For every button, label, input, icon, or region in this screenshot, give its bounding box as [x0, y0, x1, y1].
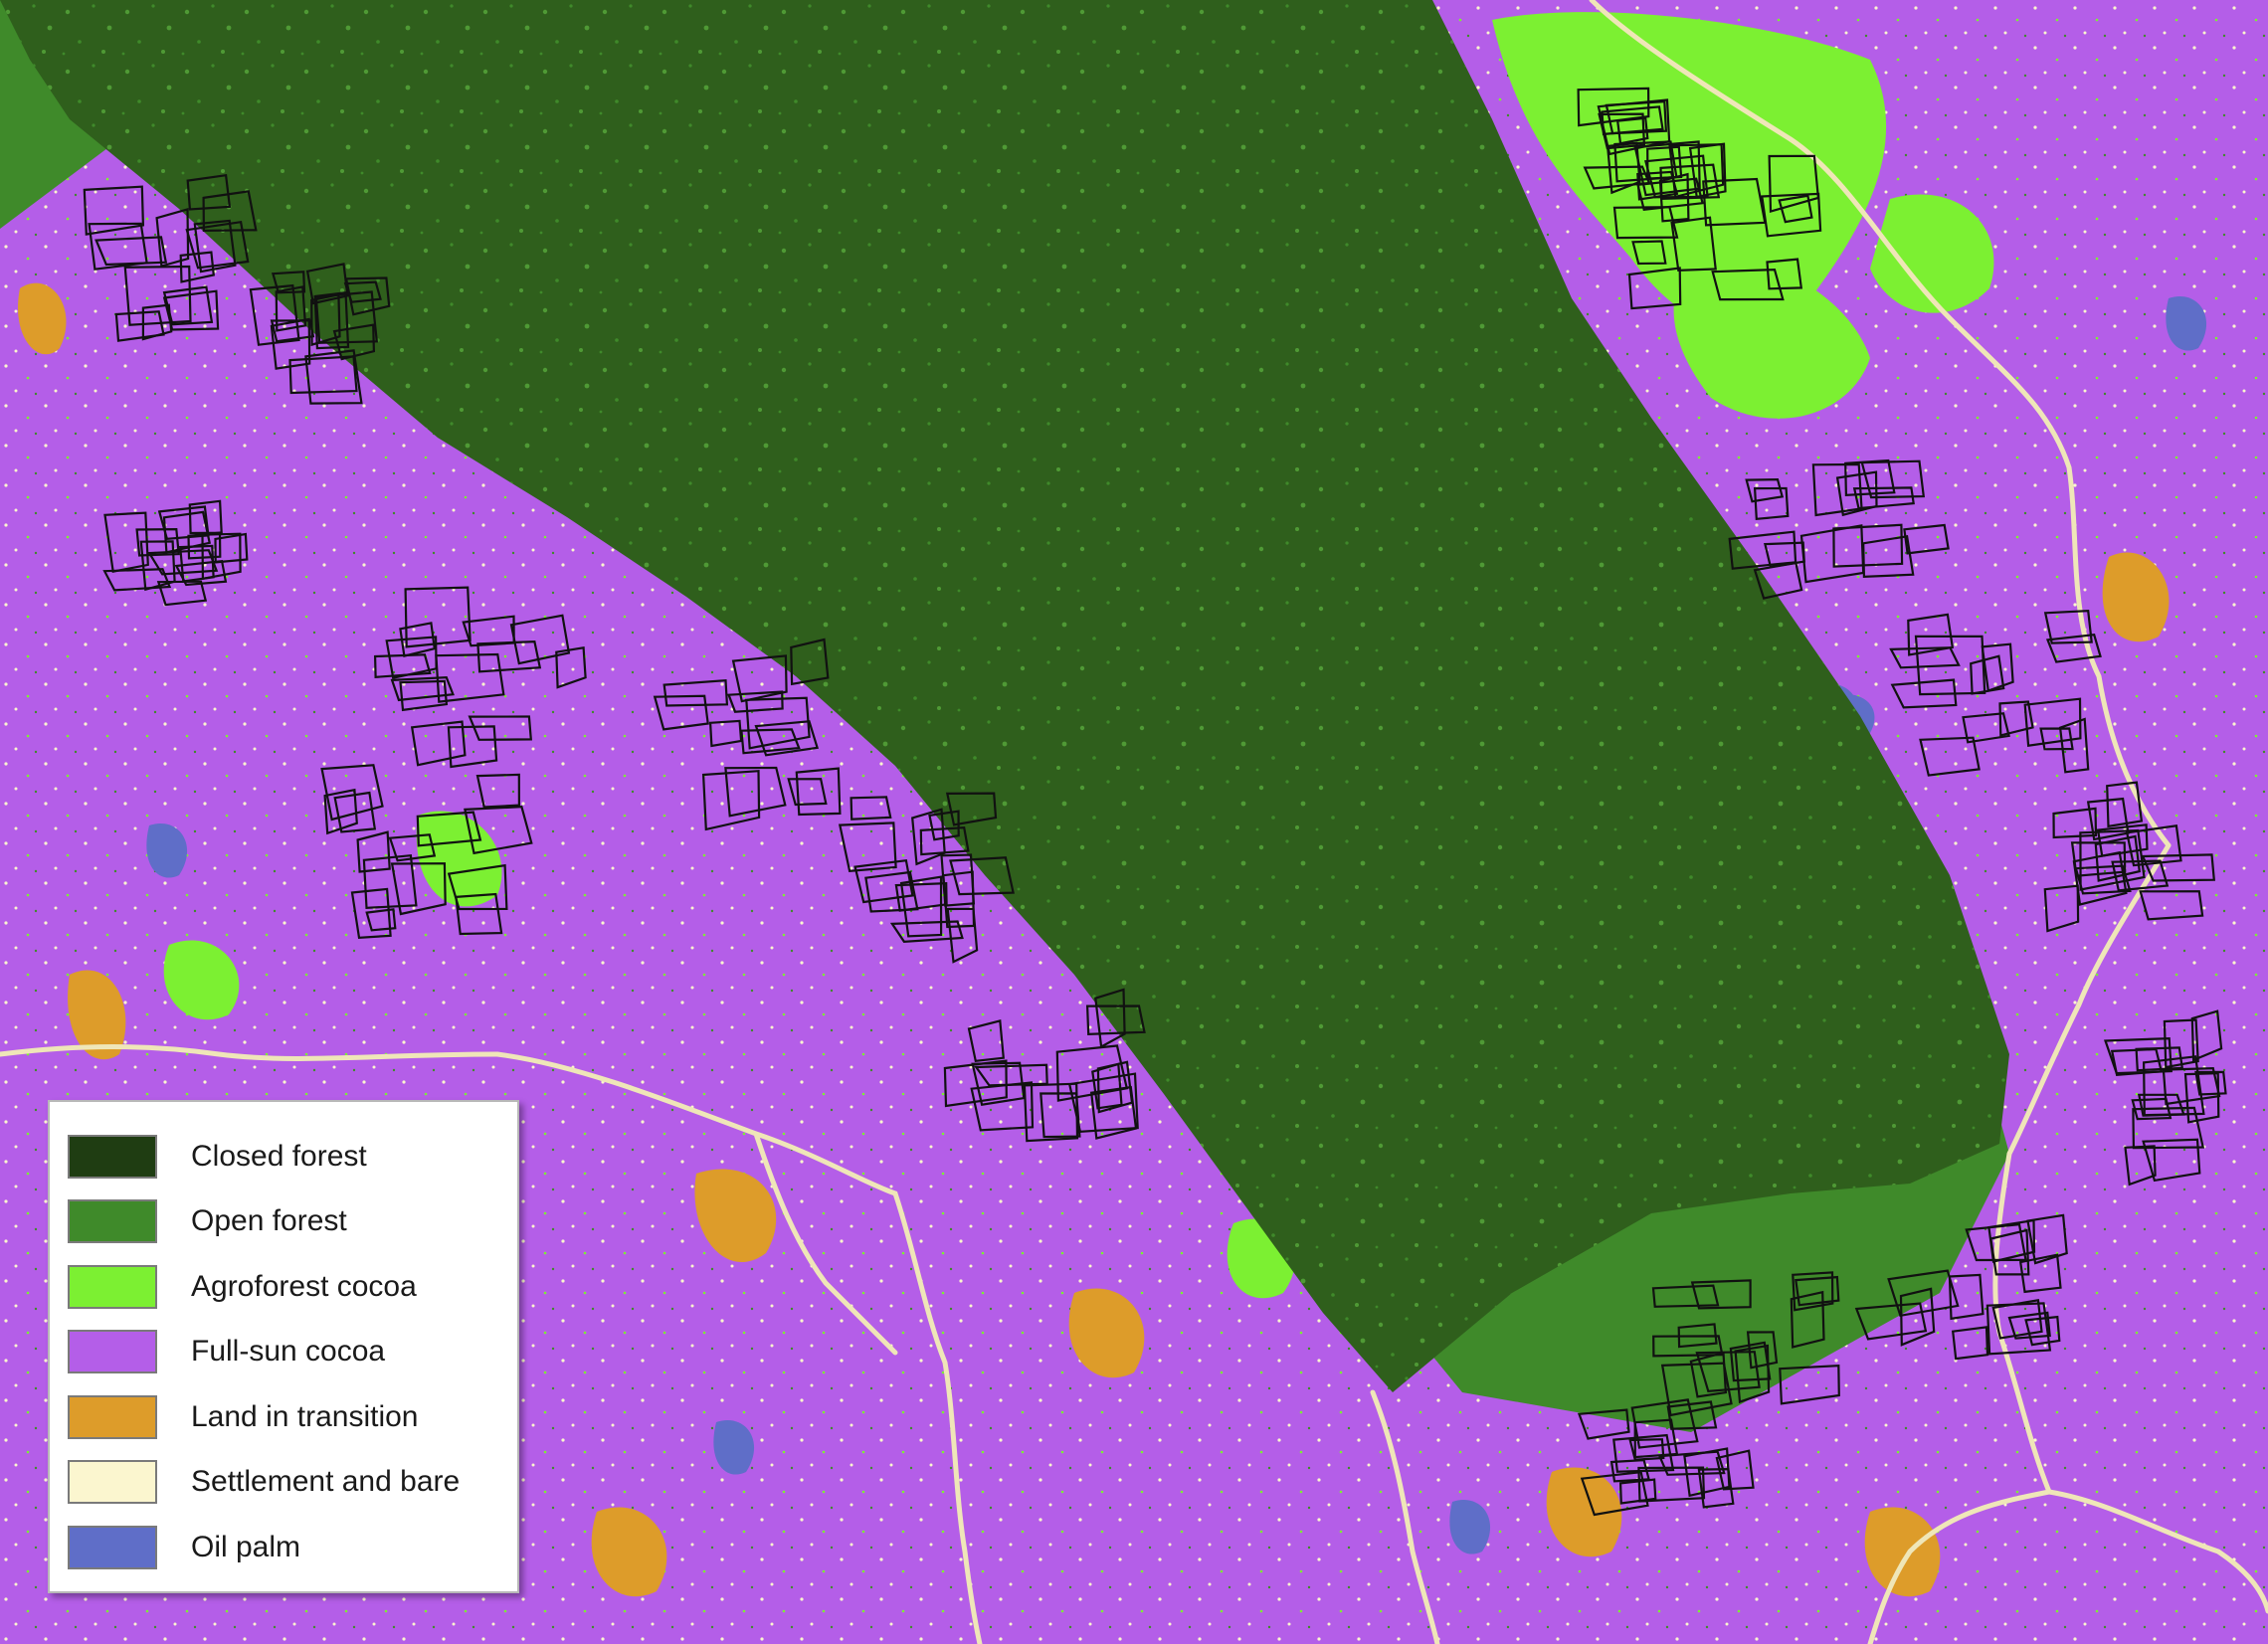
legend-item: Settlement and bare	[68, 1450, 499, 1516]
legend-item: Land in transition	[68, 1384, 499, 1450]
legend-swatch	[68, 1394, 157, 1439]
legend-swatch	[68, 1330, 157, 1374]
legend-swatch	[68, 1460, 157, 1505]
legend-item: Oil palm	[68, 1515, 499, 1580]
legend-label: Open forest	[191, 1204, 347, 1238]
legend-label: Agroforest cocoa	[191, 1269, 417, 1303]
legend-item: Open forest	[68, 1189, 499, 1255]
legend-swatch	[68, 1525, 157, 1569]
legend-label: Oil palm	[191, 1530, 301, 1563]
legend-item: Full-sun cocoa	[68, 1320, 499, 1385]
legend-item: Agroforest cocoa	[68, 1254, 499, 1320]
legend-label: Land in transition	[191, 1399, 419, 1433]
legend-swatch	[68, 1199, 157, 1244]
land-cover-map: Closed forest Open forest Agroforest cocoa…	[0, 0, 2268, 1644]
legend-swatch	[68, 1264, 157, 1309]
legend-swatch	[68, 1134, 157, 1179]
legend-label: Settlement and bare	[191, 1465, 461, 1499]
legend-label: Closed forest	[191, 1139, 367, 1173]
legend-item: Closed forest	[68, 1124, 499, 1189]
legend-label: Full-sun cocoa	[191, 1335, 386, 1369]
map-legend: Closed forest Open forest Agroforest cocoa…	[48, 1100, 519, 1593]
